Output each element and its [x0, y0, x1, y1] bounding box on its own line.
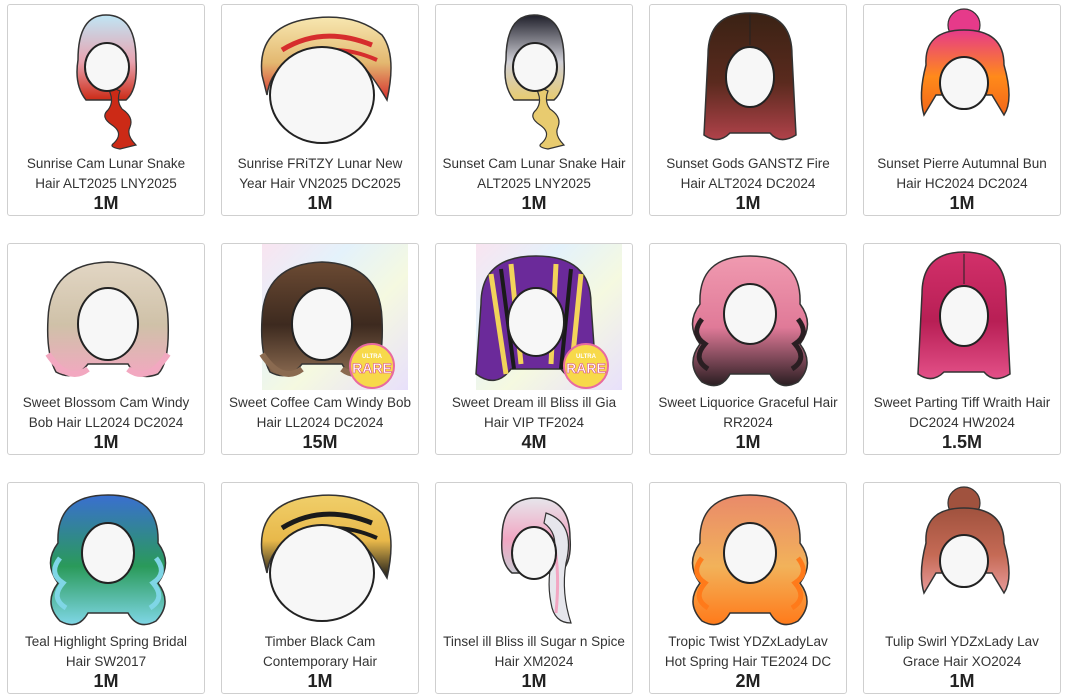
item-thumbnail[interactable]	[8, 244, 204, 390]
item-name[interactable]: Timber Black Cam Contemporary Hair	[228, 632, 412, 672]
item-thumbnail[interactable]	[650, 5, 846, 151]
hair-curly-long-icon	[49, 494, 167, 626]
item-price: 1M	[93, 432, 119, 452]
hair-long-striped-icon: ULTRA RARE	[475, 244, 622, 390]
ultra-rare-badge: ULTRA RARE	[563, 343, 609, 389]
item-name[interactable]: Sunrise Cam Lunar Snake Hair ALT2025 LNY…	[14, 154, 198, 194]
item-card[interactable]: Sunrise Cam Lunar Snake Hair ALT2025 LNY…	[7, 4, 205, 216]
item-name[interactable]: Tropic Twist YDZxLadyLav Hot Spring Hair…	[656, 632, 840, 672]
item-price: 1M	[521, 671, 547, 691]
item-thumbnail[interactable]: ULTRA RARE	[436, 244, 632, 390]
item-thumbnail[interactable]	[436, 483, 632, 629]
item-thumbnail[interactable]	[222, 483, 418, 629]
item-price: 1M	[735, 432, 761, 452]
item-card[interactable]: Sunset Gods GANSTZ Fire Hair ALT2024 DC2…	[649, 4, 847, 216]
hair-curly-long-icon	[691, 494, 809, 626]
item-name[interactable]: Sweet Blossom Cam Windy Bob Hair LL2024 …	[14, 393, 198, 433]
item-card[interactable]: ULTRA RARE Sweet Coffee Cam Windy Bob Ha…	[221, 243, 419, 455]
badge-main-text: RARE	[352, 360, 392, 376]
item-name[interactable]: Sunset Cam Lunar Snake Hair ALT2025 LNY2…	[442, 154, 626, 194]
hair-bob-icon	[45, 261, 171, 378]
hair-ponytail-icon	[500, 497, 572, 624]
hair-bob-icon: ULTRA RARE	[259, 244, 408, 390]
item-thumbnail[interactable]: ULTRA RARE	[222, 244, 418, 390]
item-thumbnail[interactable]	[864, 483, 1060, 629]
item-name[interactable]: Sweet Dream ill Bliss ill Gia Hair VIP T…	[442, 393, 626, 433]
ultra-rare-badge: ULTRA RARE	[349, 343, 395, 389]
item-price: 4M	[521, 432, 547, 452]
hair-bun-icon	[920, 8, 1010, 117]
item-card[interactable]: Sunset Cam Lunar Snake Hair ALT2025 LNY2…	[435, 4, 633, 216]
item-price: 1M	[307, 671, 333, 691]
item-card[interactable]: Sweet Parting Tiff Wraith Hair DC2024 HW…	[863, 243, 1061, 455]
hair-bun-icon	[920, 486, 1010, 595]
item-name[interactable]: Sweet Liquorice Graceful Hair RR2024	[656, 393, 840, 433]
item-card[interactable]: Timber Black Cam Contemporary Hair 1M	[221, 482, 419, 694]
item-thumbnail[interactable]	[436, 5, 632, 151]
item-name[interactable]: Sunset Gods GANSTZ Fire Hair ALT2024 DC2…	[656, 154, 840, 194]
item-card[interactable]: Sunset Pierre Autumnal Bun Hair HC2024 D…	[863, 4, 1061, 216]
badge-main-text: RARE	[566, 360, 606, 376]
item-thumbnail[interactable]	[864, 244, 1060, 390]
item-thumbnail[interactable]	[864, 5, 1060, 151]
hair-short-swept-icon	[260, 16, 392, 144]
hair-long-straight-icon	[917, 251, 1011, 380]
hair-short-swept-icon	[260, 494, 392, 622]
item-name[interactable]: Tulip Swirl YDZxLady Lav Grace Hair XO20…	[870, 632, 1054, 672]
item-name[interactable]: Sunset Pierre Autumnal Bun Hair HC2024 D…	[870, 154, 1054, 194]
item-name[interactable]: Tinsel ill Bliss ill Sugar n Spice Hair …	[442, 632, 626, 672]
item-thumbnail[interactable]	[8, 5, 204, 151]
item-thumbnail[interactable]	[222, 5, 418, 151]
item-card[interactable]: Tropic Twist YDZxLadyLav Hot Spring Hair…	[649, 482, 847, 694]
item-card[interactable]: ULTRA RARE Sweet Dream ill Bliss ill Gia…	[435, 243, 633, 455]
item-name[interactable]: Sweet Coffee Cam Windy Bob Hair LL2024 D…	[228, 393, 412, 433]
item-price: 1M	[93, 193, 119, 213]
item-name[interactable]: Sweet Parting Tiff Wraith Hair DC2024 HW…	[870, 393, 1054, 433]
item-price: 1M	[307, 193, 333, 213]
hair-long-straight-icon	[703, 12, 797, 141]
item-card[interactable]: Tulip Swirl YDZxLady Lav Grace Hair XO20…	[863, 482, 1061, 694]
item-price: 1M	[949, 193, 975, 213]
item-name[interactable]: Teal Highlight Spring Bridal Hair SW2017	[14, 632, 198, 672]
item-card[interactable]: Sunrise FRiTZY Lunar New Year Hair VN202…	[221, 4, 419, 216]
item-card[interactable]: Teal Highlight Spring Bridal Hair SW2017…	[7, 482, 205, 694]
item-price: 1M	[521, 193, 547, 213]
item-thumbnail[interactable]	[650, 483, 846, 629]
item-price: 1M	[735, 193, 761, 213]
item-price: 2M	[735, 671, 761, 691]
item-name[interactable]: Sunrise FRiTZY Lunar New Year Hair VN202…	[228, 154, 412, 194]
item-price: 1M	[93, 671, 119, 691]
item-card[interactable]: Sweet Liquorice Graceful Hair RR2024 1M	[649, 243, 847, 455]
item-card[interactable]: Tinsel ill Bliss ill Sugar n Spice Hair …	[435, 482, 633, 694]
item-thumbnail[interactable]	[650, 244, 846, 390]
item-price: 15M	[302, 432, 338, 452]
hair-long-braid-icon	[504, 14, 566, 150]
item-thumbnail[interactable]	[8, 483, 204, 629]
item-price: 1.5M	[941, 432, 983, 452]
item-card[interactable]: Sweet Blossom Cam Windy Bob Hair LL2024 …	[7, 243, 205, 455]
item-price: 1M	[949, 671, 975, 691]
hair-long-braid-icon	[76, 14, 138, 150]
hair-curly-long-icon	[691, 255, 809, 387]
